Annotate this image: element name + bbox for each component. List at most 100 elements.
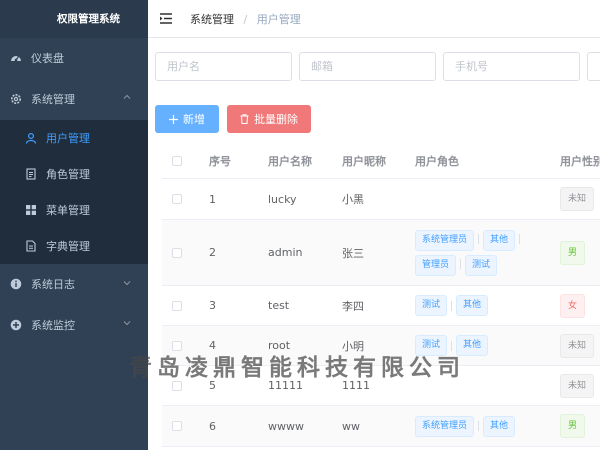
row-index: 3: [209, 299, 216, 312]
row-username: lucky: [268, 192, 297, 206]
row-nickname: ww: [342, 419, 360, 433]
row-index: 1: [209, 192, 216, 206]
sidebar-item-label: 角色管理: [46, 168, 90, 181]
row-nickname: 张三: [342, 246, 364, 260]
divider: [460, 258, 462, 269]
column-header: 用户性别: [560, 154, 600, 168]
divider: [519, 233, 521, 244]
sidebar-item-users[interactable]: 用户管理: [0, 120, 148, 156]
more-filter-input[interactable]: [587, 52, 600, 81]
row-checkbox[interactable]: [172, 247, 182, 258]
sidebar-item-label: 仪表盘: [31, 52, 64, 65]
company-watermark: 青岛凌鼎智能科技有限公司: [129, 355, 465, 381]
email-input[interactable]: 邮箱: [299, 52, 436, 81]
gender-tag: 女: [560, 293, 586, 318]
table-header: 序号 用户名称 用户昵称 用户角色 用户性别: [162, 143, 600, 179]
sidebar-item-label: 菜单管理: [46, 204, 90, 217]
gear-icon: [9, 93, 22, 106]
chevron-up-icon: [123, 94, 131, 99]
gender-tag: 未知: [560, 373, 595, 398]
sidebar-item-dashboard[interactable]: 仪表盘: [0, 38, 148, 78]
row-roles: 测试 其他: [415, 286, 550, 325]
sidebar-item-label: 字典管理: [46, 240, 90, 253]
plus-circle-icon: [9, 318, 22, 331]
row-username: wwww: [268, 419, 304, 433]
username-input[interactable]: 用户名: [155, 52, 292, 81]
batch-delete-button[interactable]: 批量删除: [227, 105, 311, 133]
role-tag: 管理员: [415, 254, 457, 276]
sidebar-item-label: 系统监控: [31, 318, 75, 332]
add-button[interactable]: 新增: [155, 105, 219, 133]
column-header: 用户昵称: [342, 154, 386, 168]
file-icon: [24, 240, 37, 253]
row-username: admin: [268, 246, 303, 259]
row-roles: 系统管理员 其他 管理员 测试: [415, 220, 550, 285]
role-tag: 系统管理员: [415, 415, 475, 437]
dashboard-icon: [9, 52, 22, 65]
system-submenu: 用户管理 角色管理 菜单管理 字典管理: [0, 120, 148, 264]
role-tag: 其他: [456, 295, 489, 316]
app-title: 权限管理系统: [0, 0, 148, 38]
divider: [478, 421, 480, 431]
add-button-label: 新增: [183, 113, 205, 126]
document-icon: [24, 168, 37, 181]
sidebar-item-menus[interactable]: 菜单管理: [0, 192, 148, 228]
gender-tag: 男: [560, 414, 586, 438]
column-header: 序号: [209, 154, 231, 168]
breadcrumb-separator: /: [243, 12, 248, 26]
filter-bar: 用户名 邮箱 手机号: [155, 52, 600, 82]
batch-delete-label: 批量删除: [254, 113, 298, 126]
table-row[interactable]: 2 admin 张三 系统管理员 其他 管理员 测试 男: [162, 220, 600, 286]
breadcrumb: 系统管理 / 用户管理: [190, 11, 301, 27]
chevron-down-icon: [123, 321, 131, 326]
table-row[interactable]: 1 lucky 小黑 未知: [162, 179, 600, 220]
role-tag: 其他: [483, 229, 516, 251]
select-all-checkbox[interactable]: [172, 155, 182, 166]
column-header: 用户名称: [268, 154, 312, 168]
breadcrumb-parent[interactable]: 系统管理: [190, 13, 234, 26]
trash-icon: [240, 114, 249, 124]
role-tag: 测试: [415, 295, 448, 316]
sidebar-item-label: 系统管理: [31, 93, 75, 106]
plus-icon: [169, 114, 178, 124]
row-checkbox[interactable]: [172, 194, 182, 204]
divider: [451, 300, 453, 311]
row-nickname: 小黑: [342, 193, 364, 206]
user-icon: [24, 132, 37, 145]
sidebar: 权限管理系统 仪表盘 系统管理 用户管理 角色管理 菜单管理 字典管理 系统日志…: [0, 0, 148, 450]
hamburger-icon[interactable]: [160, 13, 172, 24]
row-username: test: [268, 299, 290, 312]
row-index: 2: [209, 246, 216, 259]
sidebar-item-roles[interactable]: 角色管理: [0, 156, 148, 192]
sidebar-item-label: 系统日志: [31, 278, 75, 291]
gender-tag: 未知: [560, 333, 595, 358]
gender-tag: 男: [560, 240, 586, 265]
role-tag: 系统管理员: [415, 229, 475, 251]
column-header: 用户角色: [415, 154, 459, 168]
breadcrumb-current: 用户管理: [256, 12, 301, 26]
grid-icon: [24, 204, 37, 217]
chevron-down-icon: [123, 281, 131, 286]
sidebar-item-dictionary[interactable]: 字典管理: [0, 228, 148, 264]
row-checkbox[interactable]: [172, 421, 182, 431]
sidebar-item-system[interactable]: 系统管理: [0, 78, 148, 120]
table-row[interactable]: 3 test 李四 测试 其他 女: [162, 286, 600, 326]
phone-input[interactable]: 手机号: [443, 52, 580, 81]
top-header: 系统管理 / 用户管理: [148, 0, 600, 38]
row-checkbox[interactable]: [172, 300, 182, 311]
sidebar-item-label: 用户管理: [46, 132, 90, 145]
row-roles: 系统管理员 其他: [415, 406, 550, 446]
row-index: 6: [209, 419, 216, 433]
role-tag: 其他: [483, 415, 516, 437]
row-checkbox[interactable]: [172, 380, 182, 391]
row-roles: [415, 179, 550, 219]
row-nickname: 李四: [342, 299, 364, 313]
role-tag: 测试: [465, 254, 498, 276]
user-table: 序号 用户名称 用户昵称 用户角色 用户性别 1 lucky 小黑 未知 2 a…: [162, 143, 600, 447]
info-icon: [9, 278, 22, 291]
sidebar-item-log[interactable]: 系统日志: [0, 264, 148, 304]
sidebar-item-monitor[interactable]: 系统监控: [0, 304, 148, 345]
divider: [478, 233, 480, 244]
gender-tag: 未知: [560, 187, 595, 211]
table-row[interactable]: 6 wwww ww 系统管理员 其他 男: [162, 406, 600, 447]
